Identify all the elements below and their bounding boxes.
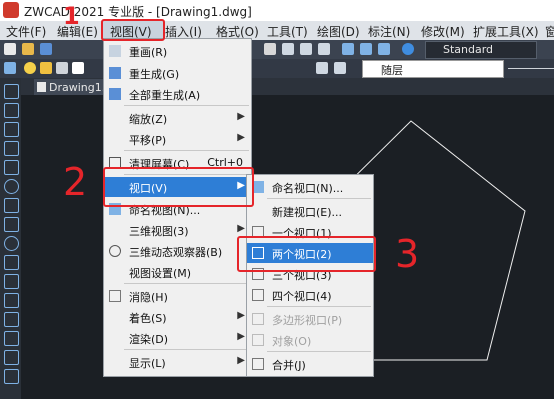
hide-icon xyxy=(109,290,121,302)
view-menu-label: 消隐(H) xyxy=(129,291,168,304)
regen-icon xyxy=(109,67,121,79)
menu-separator xyxy=(124,105,249,106)
view-menu-label: 三维视图(3) xyxy=(129,225,189,238)
view-menu-item-display[interactable]: 显示(L) ▶ xyxy=(104,352,251,372)
view-menu-item-regen-all[interactable]: 全部重生成(A) xyxy=(104,84,251,104)
view-menu-label: 渲染(D) xyxy=(129,333,169,346)
step3-highlight-box xyxy=(237,236,376,272)
view-menu-item-3d-orbit[interactable]: 三维动态观察器(B) xyxy=(104,241,251,261)
viewport-menu-label: 四个视口(4) xyxy=(272,290,332,303)
view-menu-label: 着色(S) xyxy=(129,312,167,325)
viewport-item-object: 对象(O) xyxy=(247,330,373,350)
object-viewport-icon xyxy=(252,334,264,346)
menu-separator xyxy=(124,283,249,284)
view-menu-label: 显示(L) xyxy=(129,357,166,370)
join-viewports-icon xyxy=(252,358,264,370)
submenu-arrow-icon: ▶ xyxy=(237,310,245,321)
view-menu-label: 视图设置(M) xyxy=(129,267,192,280)
redraw-icon xyxy=(109,45,121,57)
step2-number: 2 xyxy=(63,160,88,204)
view-menu-item-render[interactable]: 渲染(D) ▶ xyxy=(104,328,251,348)
menu-separator xyxy=(267,306,371,307)
step3-number: 3 xyxy=(395,232,420,276)
view-menu-item-view-settings[interactable]: 视图设置(M) xyxy=(104,262,251,282)
submenu-arrow-icon: ▶ xyxy=(237,331,245,342)
view-menu-item-3d-views[interactable]: 三维视图(3) ▶ xyxy=(104,220,251,240)
viewports-submenu: 命名视口(N)... 新建视口(E)... 一个视口(1) 两个视口(2) 三个… xyxy=(246,174,374,377)
menu-separator xyxy=(124,150,249,151)
view-menu-item-pan[interactable]: 平移(P) ▶ xyxy=(104,129,251,149)
viewport-menu-label: 新建视口(E)... xyxy=(272,206,343,219)
step2-highlight-box xyxy=(103,167,254,207)
view-menu-label: 重生成(G) xyxy=(129,68,180,81)
viewport-item-four[interactable]: 四个视口(4) xyxy=(247,285,373,305)
view-menu-item-hide[interactable]: 消隐(H) xyxy=(104,286,251,306)
polygonal-viewport-icon xyxy=(252,313,264,325)
regen-all-icon xyxy=(109,88,121,100)
menu-separator xyxy=(267,351,371,352)
viewport-item-new[interactable]: 新建视口(E)... xyxy=(247,201,373,221)
submenu-arrow-icon: ▶ xyxy=(237,132,245,143)
view-menu-item-zoom[interactable]: 缩放(Z) ▶ xyxy=(104,108,251,128)
view-menu: 重画(R) 重生成(G) 全部重生成(A) 缩放(Z) ▶ 平移(P) ▶ 清理… xyxy=(103,38,252,377)
submenu-arrow-icon: ▶ xyxy=(237,223,245,234)
view-menu-label: 缩放(Z) xyxy=(129,113,168,126)
viewport-item-join[interactable]: 合并(J) xyxy=(247,354,373,374)
view-menu-label: 重画(R) xyxy=(129,46,168,59)
viewport-menu-label: 命名视口(N)... xyxy=(272,182,344,195)
viewport-menu-label: 多边形视口(P) xyxy=(272,314,343,327)
menu-separator xyxy=(267,198,371,199)
view-menu-label: 三维动态观察器(B) xyxy=(129,246,223,259)
submenu-arrow-icon: ▶ xyxy=(237,111,245,122)
four-viewports-icon xyxy=(252,289,264,301)
step1-highlight-box xyxy=(101,19,165,41)
menu-separator xyxy=(124,349,249,350)
view-menu-label: 全部重生成(A) xyxy=(129,89,201,102)
viewport-menu-label: 对象(O) xyxy=(272,335,312,348)
view-menu-label: 平移(P) xyxy=(129,134,167,147)
step1-number: 1 xyxy=(63,2,80,30)
viewport-menu-label: 合并(J) xyxy=(272,359,306,372)
view-menu-item-redraw[interactable]: 重画(R) xyxy=(104,41,251,61)
view-menu-item-shade[interactable]: 着色(S) ▶ xyxy=(104,307,251,327)
viewport-item-named[interactable]: 命名视口(N)... xyxy=(247,177,373,197)
orbit-icon xyxy=(109,245,121,257)
view-menu-item-regen[interactable]: 重生成(G) xyxy=(104,63,251,83)
submenu-arrow-icon: ▶ xyxy=(237,355,245,366)
viewport-item-polygonal: 多边形视口(P) xyxy=(247,309,373,329)
